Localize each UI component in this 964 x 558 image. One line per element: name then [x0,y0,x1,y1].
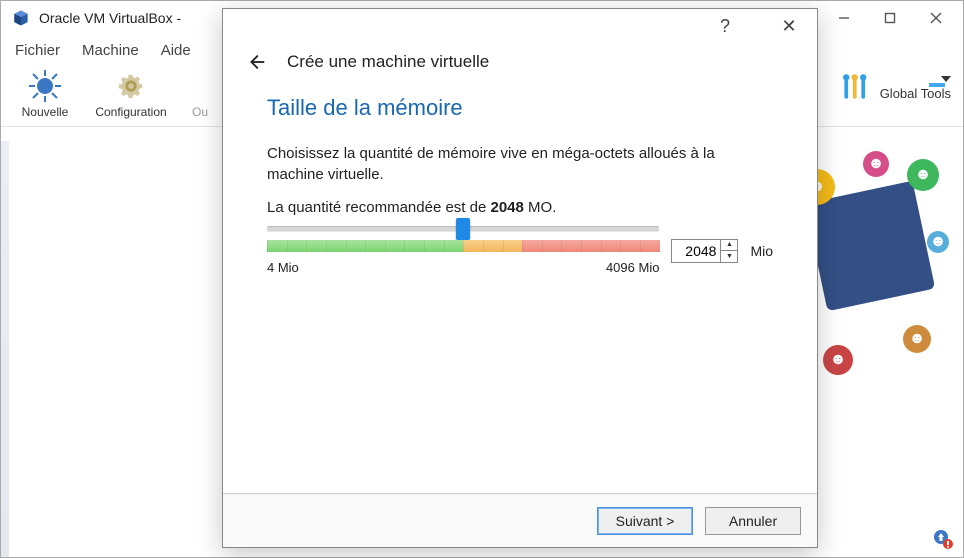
help-icon: ? [720,16,730,37]
cancel-button-label: Annuler [729,513,777,529]
dialog-titlebar: ? ✕ [223,9,817,43]
menu-file[interactable]: Fichier [15,42,60,59]
toolbar-new[interactable]: Nouvelle [13,69,77,119]
chevron-down-icon [941,76,951,82]
dialog-close-button[interactable]: ✕ [769,12,809,40]
toolbar-new-label: Nouvelle [22,105,69,119]
next-button[interactable]: Suivant > [597,507,693,535]
toolbar-settings-label: Configuration [95,105,166,119]
close-button[interactable] [913,3,959,33]
maximize-button[interactable] [867,3,913,33]
memory-description: Choisissez la quantité de mémoire vive e… [267,143,773,185]
gear-icon [114,69,148,103]
memory-value-input[interactable] [672,240,720,262]
menu-help[interactable]: Aide [161,42,191,59]
left-panel-shadow [1,141,9,557]
recommend-suffix: MO. [524,199,557,216]
memory-slider[interactable]: 4 Mio 4096 Mio [267,226,659,275]
app-title: Oracle VM VirtualBox - [39,10,181,26]
toolbar-settings[interactable]: Configuration [99,69,163,119]
partial-icon [183,69,217,103]
slider-scale [267,240,659,252]
spin-up-button[interactable]: ▲ [721,240,737,251]
tools-icon [836,69,874,107]
sunburst-icon [28,69,62,103]
next-button-label: Suivant > [616,513,675,529]
dialog-body: Taille de la mémoire Choisissez la quant… [223,87,817,493]
create-vm-dialog: ? ✕ Crée une machine virtuelle Taille de… [222,8,818,548]
virtualbox-icon [11,8,31,28]
toolbar-out-label: Ou [192,105,208,119]
spin-buttons: ▲ ▼ [720,240,737,262]
memory-spinbox[interactable]: ▲ ▼ [671,239,738,263]
cancel-button[interactable]: Annuler [705,507,801,535]
slider-min-label: 4 Mio [267,260,299,275]
welcome-artwork: ☻ ☻ ☻ ☻ ☻ ☻ [805,161,945,381]
dialog-title: Crée une machine virtuelle [287,52,489,72]
slider-thumb[interactable] [456,218,470,240]
memory-recommendation: La quantité recommandée est de 2048 MO. [267,199,773,216]
minimize-button[interactable] [821,3,867,33]
global-tools-indicator [929,83,945,87]
slider-max-label: 4096 Mio [606,260,659,275]
memory-slider-row: 4 Mio 4096 Mio ▲ ▼ Mio [267,226,773,275]
recommend-prefix: La quantité recommandée est de [267,199,490,216]
back-button[interactable] [243,49,269,75]
recommend-value: 2048 [490,199,523,216]
spin-down-button[interactable]: ▼ [721,251,737,262]
update-alert-icon[interactable] [933,529,953,549]
section-heading: Taille de la mémoire [267,95,773,121]
memory-unit: Mio [750,243,773,259]
toolbar-global-tools-label: Global Tools [880,86,951,101]
toolbar-out[interactable]: Ou [185,69,215,119]
dialog-footer: Suivant > Annuler [223,493,817,547]
dialog-header: Crée une machine virtuelle [223,43,817,87]
help-button[interactable]: ? [705,12,745,40]
window-controls [821,3,959,33]
close-icon: ✕ [781,16,796,37]
menu-machine[interactable]: Machine [82,42,139,59]
toolbar-global-tools[interactable]: Global Tools [836,69,951,107]
slider-labels: 4 Mio 4096 Mio [267,260,659,275]
